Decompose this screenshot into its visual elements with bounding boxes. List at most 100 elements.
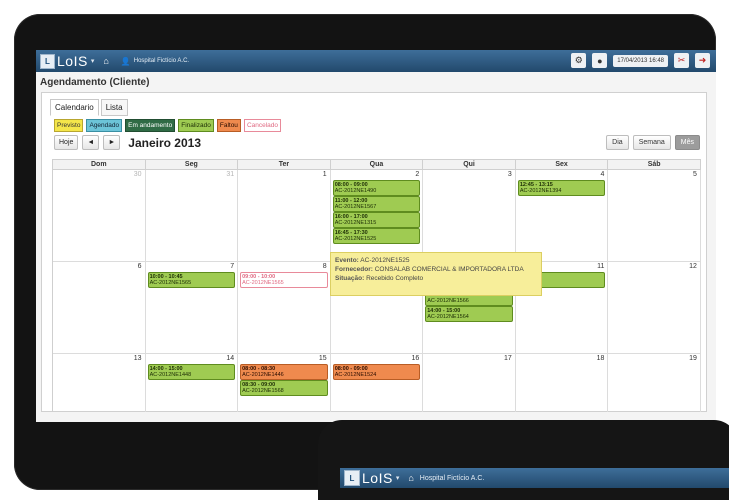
legend-finalizado: Finalizado [178,119,214,132]
event-code: AC-2012NE1446 [242,372,284,378]
day-number: 18 [596,355,605,362]
weekday-qua: Qua [330,160,424,170]
app-logo[interactable]: L LoIS ▾ [40,53,94,69]
day-cell[interactable]: 6 [53,262,146,354]
day-cell[interactable]: 2 08:00 - 09:00 AC-2012NE1490 11:00 - 12:00… [330,170,424,262]
day-cell[interactable]: 17 [423,354,516,412]
current-datetime: 17/04/2013 16:48 [613,54,668,67]
week-row: 30 31 1 2 08:00 - 09:00 AC-2012NE1490 11:00 - … [53,170,701,262]
event-code: AC-2012NE1566 [427,298,469,304]
home-icon[interactable]: ⌂ [103,56,108,66]
day-cell[interactable]: 4 12:45 - 13:15 AC-2012NE1394 [515,170,609,262]
weekday-dom: Dom [53,160,146,170]
day-number: 12 [689,263,697,270]
user-icon: 👤 [120,56,131,66]
today-button[interactable]: Hoje [54,135,79,150]
day-number: 14 [226,355,235,362]
day-cell[interactable]: 18 [516,354,609,412]
day-number: 7 [230,263,235,270]
day-number: 17 [504,355,512,362]
day-number: 11 [597,263,605,270]
weekday-seg: Seg [145,160,239,170]
weekday-qui: Qui [423,160,516,170]
event-code: AC-2012NE1565 [242,280,284,286]
day-cell[interactable]: 3 [423,170,516,262]
day-cell[interactable]: 13 [53,354,146,412]
calendar-event[interactable]: 08:30 - 09:00 AC-2012NE1568 [240,380,328,396]
app-screen: L LoIS ▾ ⌂ 👤 Hospital Fictício A.C. ⚙ ● … [36,50,716,422]
second-device-bezel [318,420,729,500]
top-bar: L LoIS ▾ ⌂ 👤 Hospital Fictício A.C. ⚙ ● … [36,50,716,72]
tab-calendario[interactable]: Calendario [50,99,99,116]
day-cell[interactable]: 5 [608,170,701,262]
event-code: AC-2012NE1394 [519,188,562,194]
event-code: AC-2012NE1565 [149,280,192,286]
lois-logo-icon: L [40,53,55,69]
second-organization-name: Hospital Fictício A.C. [419,474,485,482]
legend-em-andamento: Em andamento [125,119,176,132]
tooltip-situacao-value: Recebido Completo [366,275,424,282]
day-cell[interactable]: 31 [145,170,239,262]
legend-previsto: Previsto [54,119,84,132]
event-code: AC-2012NE1564 [427,314,469,320]
event-code: AC-2012NE1524 [334,372,377,378]
settings-gear-icon[interactable]: ⚙ [571,53,587,68]
calendar-event[interactable]: 09:00 - 10:00 AC-2012NE1565 [240,272,328,288]
second-home-icon: ⌂ [408,473,414,483]
day-number: 3 [507,171,512,178]
top-bar-actions: ⚙ ● 17/04/2013 16:48 ✂ ➜ [571,53,710,68]
view-tabs: Calendario Lista [50,99,130,116]
help-icon[interactable]: ● [592,53,608,68]
calendar-event[interactable]: 11:00 - 12:00 AC-2012NE1567 [332,196,421,212]
organization-name[interactable]: Hospital Fictício A.C. [134,58,189,64]
event-code: AC-2012NE1567 [334,204,377,210]
calendar-event[interactable]: 12:45 - 13:15 AC-2012NE1394 [517,180,606,196]
view-day-button[interactable]: Dia [606,135,629,150]
tab-lista[interactable]: Lista [100,99,128,116]
app-name: LoIS [57,53,88,69]
view-month-button[interactable]: Mês [674,135,700,150]
day-number: 6 [137,263,142,270]
month-title: Janeiro 2013 [128,135,201,150]
calendar-event[interactable]: 10:00 - 10:45 AC-2012NE1565 [147,272,236,288]
calendar-event[interactable]: 14:00 - 15:00 AC-2012NE1564 [425,306,513,322]
event-code: AC-2012NE1448 [149,372,192,378]
tooltip-situacao-label: Situação: [335,275,365,282]
calendar-event[interactable]: 16:45 - 17:30 AC-2012NE1525 [332,228,421,244]
day-cell[interactable]: 8 09:00 - 10:00 AC-2012NE1565 [238,262,331,354]
day-number: 31 [226,171,235,178]
chevron-down-icon[interactable]: ▾ [91,57,95,65]
day-cell[interactable]: 15 08:00 - 08:30 AC-2012NE1446 08:30 - 09:0… [238,354,331,412]
calendar-event[interactable]: 08:00 - 09:00 AC-2012NE1524 [332,364,421,380]
day-number: 13 [133,355,142,362]
page-title: Agendamento (Cliente) [40,77,150,88]
day-cell[interactable]: 16 08:00 - 09:00 AC-2012NE1524 [331,354,424,412]
tools-icon[interactable]: ✂ [674,53,689,68]
day-number: 1 [322,171,327,178]
prev-month-button[interactable]: ◄ [82,135,100,150]
second-app-name: LoIS [362,470,393,486]
event-code: AC-2012NE1315 [334,220,377,226]
week-row: 13 14 14:00 - 15:00 AC-2012NE1448 15 08:00 - … [53,354,701,412]
next-month-button[interactable]: ► [103,135,121,150]
view-week-button[interactable]: Semana [632,135,671,150]
day-cell[interactable]: 1 [238,170,331,262]
tooltip-evento-value: AC-2012NE1525 [360,257,410,264]
day-cell[interactable]: 14 14:00 - 15:00 AC-2012NE1448 [146,354,239,412]
calendar-event[interactable]: 08:00 - 08:30 AC-2012NE1446 [240,364,328,380]
calendar-event[interactable]: 14:00 - 15:00 AC-2012NE1448 [147,364,236,380]
weekday-header: Dom Seg Ter Qua Qui Sex Sáb [53,160,701,170]
day-cell[interactable]: 30 [53,170,146,262]
day-cell[interactable]: 12 [608,262,701,354]
tooltip-evento-label: Evento: [335,257,359,264]
day-number: 5 [693,171,697,178]
calendar-event[interactable]: 08:00 - 09:00 AC-2012NE1490 [332,180,421,196]
day-cell[interactable]: 7 10:00 - 10:45 AC-2012NE1565 [145,262,239,354]
second-app-logo: L LoIS ▾ [344,470,399,486]
day-number: 16 [411,355,420,362]
calendar-event[interactable]: 16:00 - 17:00 AC-2012NE1315 [332,212,421,228]
weekday-ter: Ter [238,160,331,170]
tooltip-fornecedor-label: Fornecedor: [335,266,373,273]
day-cell[interactable]: 19 [608,354,701,412]
logout-icon[interactable]: ➜ [695,53,710,68]
